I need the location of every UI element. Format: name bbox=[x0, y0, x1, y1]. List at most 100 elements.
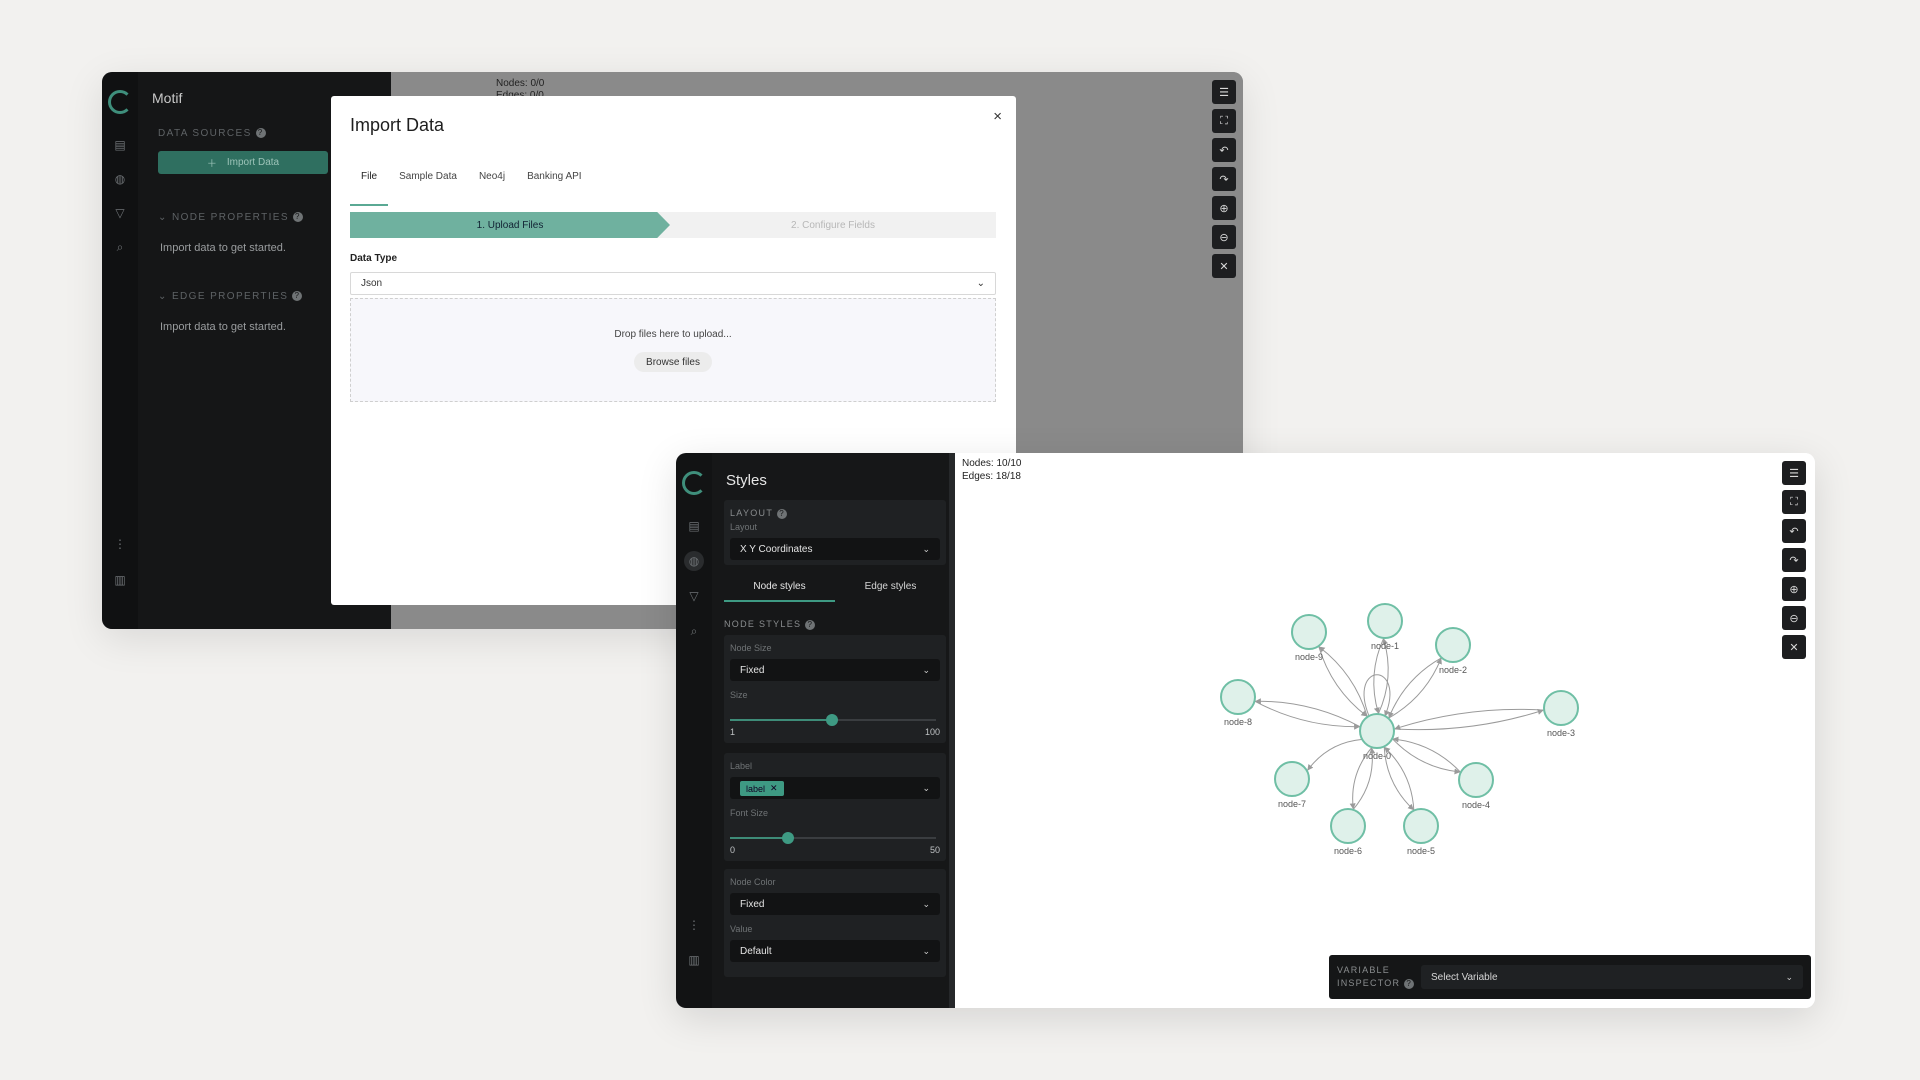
graph-canvas[interactable]: Nodes: 10/10 Edges: 18/18 node-0 node-1 no… bbox=[955, 453, 1815, 1008]
graph-edge[interactable] bbox=[1254, 700, 1361, 730]
graph-edge[interactable] bbox=[1391, 738, 1461, 775]
label-select[interactable]: ⌄ label ✕ bbox=[730, 777, 940, 799]
styles-window: ▤ ◍ ▽ ⌕ ⋮ ▥ Styles LAYOUT? Layout X Y Co… bbox=[676, 453, 1815, 1008]
node-label: node-3 bbox=[1547, 728, 1575, 738]
undo-icon[interactable]: ↶ bbox=[1782, 519, 1806, 543]
graph-edge[interactable] bbox=[1388, 657, 1442, 719]
slider-thumb[interactable] bbox=[781, 832, 794, 844]
node-label: node-4 bbox=[1462, 800, 1490, 810]
database-icon[interactable]: ▤ bbox=[110, 135, 130, 155]
node-label: node-0 bbox=[1363, 751, 1391, 761]
plus-icon: ＋ bbox=[206, 159, 217, 170]
zoom-out-icon[interactable]: ⊖ bbox=[1782, 606, 1806, 630]
graph-edge[interactable] bbox=[1393, 709, 1544, 731]
graph-node[interactable] bbox=[1291, 614, 1327, 650]
graph-node[interactable] bbox=[1359, 713, 1395, 749]
more-icon[interactable]: ⋮ bbox=[684, 915, 704, 935]
filter-icon[interactable]: ▽ bbox=[110, 203, 130, 223]
zoom-out-icon[interactable]: ⊖ bbox=[1212, 225, 1236, 249]
node-color-select[interactable]: Fixed ⌄ bbox=[730, 893, 940, 915]
variable-inspector-label: VARIABLE INSPECTOR? bbox=[1337, 964, 1415, 990]
chevron-down-icon: ⌄ bbox=[922, 664, 930, 675]
zoom-in-icon[interactable]: ⊕ bbox=[1782, 577, 1806, 601]
tab-sample-data[interactable]: Sample Data bbox=[388, 171, 468, 206]
layout-select[interactable]: X Y Coordinates ⌄ bbox=[730, 538, 940, 560]
tab-file[interactable]: File bbox=[350, 171, 389, 206]
graph-edge[interactable] bbox=[1254, 698, 1361, 728]
help-icon[interactable]: ? bbox=[1404, 978, 1415, 989]
graph-edge[interactable] bbox=[1392, 736, 1462, 773]
graph-edge[interactable] bbox=[1307, 738, 1363, 771]
size-slider[interactable] bbox=[730, 714, 936, 726]
edge-properties-header[interactable]: ⌄ EDGE PROPERTIES? bbox=[158, 291, 303, 302]
remove-chip-icon[interactable]: ✕ bbox=[770, 783, 778, 794]
variable-select[interactable]: Select Variable ⌄ bbox=[1421, 965, 1803, 989]
node-label: node-6 bbox=[1334, 846, 1362, 856]
palette-icon[interactable]: ◍ bbox=[110, 169, 130, 189]
tab-neo4j[interactable]: Neo4j bbox=[468, 171, 516, 206]
redo-icon[interactable]: ↷ bbox=[1782, 548, 1806, 572]
filter-icon[interactable]: ▽ bbox=[684, 586, 704, 606]
help-icon[interactable]: ? bbox=[292, 212, 303, 223]
node-properties-header[interactable]: ⌄ NODE PROPERTIES? bbox=[158, 212, 303, 223]
graph-edge[interactable] bbox=[1318, 645, 1368, 717]
graph-node[interactable] bbox=[1543, 690, 1579, 726]
clear-icon[interactable]: ✕ bbox=[1212, 254, 1236, 278]
palette-icon[interactable]: ◍ bbox=[684, 551, 704, 571]
clear-icon[interactable]: ✕ bbox=[1782, 635, 1806, 659]
graph-node[interactable] bbox=[1220, 679, 1256, 715]
graph-node[interactable] bbox=[1367, 603, 1403, 639]
step-configure-fields: 2. Configure Fields bbox=[791, 219, 875, 231]
node-size-select[interactable]: Fixed ⌄ bbox=[730, 659, 940, 681]
redo-icon[interactable]: ↷ bbox=[1212, 167, 1236, 191]
help-icon[interactable]: ? bbox=[805, 619, 816, 630]
browse-files-button[interactable]: Browse files bbox=[634, 352, 712, 372]
modal-title: Import Data bbox=[350, 115, 445, 135]
database-icon[interactable]: ▤ bbox=[684, 516, 704, 536]
stats-icon[interactable]: ▥ bbox=[684, 950, 704, 970]
chevron-down-icon: ⌄ bbox=[922, 945, 930, 956]
more-icon[interactable]: ⋮ bbox=[110, 534, 130, 554]
undo-icon[interactable]: ↶ bbox=[1212, 138, 1236, 162]
graph-node[interactable] bbox=[1458, 762, 1494, 798]
variable-inspector: VARIABLE INSPECTOR? Select Variable ⌄ bbox=[1329, 955, 1811, 999]
tab-banking-api[interactable]: Banking API bbox=[516, 171, 592, 206]
value-select[interactable]: Default ⌄ bbox=[730, 940, 940, 962]
close-icon[interactable]: × bbox=[993, 108, 1002, 125]
help-icon[interactable]: ? bbox=[292, 291, 303, 302]
search-icon[interactable]: ⌕ bbox=[110, 237, 130, 257]
graph-edge[interactable] bbox=[1394, 708, 1545, 730]
list-icon[interactable]: ☰ bbox=[1782, 461, 1806, 485]
graph-node[interactable] bbox=[1274, 761, 1310, 797]
edge-properties-empty-text: Import data to get started. bbox=[160, 321, 286, 333]
node-properties-empty-text: Import data to get started. bbox=[160, 242, 286, 254]
search-icon[interactable]: ⌕ bbox=[684, 621, 704, 641]
help-icon[interactable]: ? bbox=[255, 128, 266, 139]
slider-thumb[interactable] bbox=[825, 714, 838, 726]
stats-icon[interactable]: ▥ bbox=[110, 570, 130, 590]
label-panel: Label ⌄ label ✕ Font Size 0 50 bbox=[724, 753, 946, 861]
styles-sidebar: Styles LAYOUT? Layout X Y Coordinates ⌄ … bbox=[712, 453, 949, 1008]
tab-edge-styles[interactable]: Edge styles bbox=[835, 581, 946, 600]
zoom-in-icon[interactable]: ⊕ bbox=[1212, 196, 1236, 220]
data-type-value: Json bbox=[361, 278, 383, 289]
font-size-slider[interactable] bbox=[730, 832, 936, 844]
import-data-button[interactable]: ＋ Import Data bbox=[158, 151, 328, 174]
list-icon[interactable]: ☰ bbox=[1212, 80, 1236, 104]
chevron-down-icon: ⌄ bbox=[158, 291, 172, 302]
help-icon[interactable]: ? bbox=[777, 508, 788, 519]
fullscreen-icon[interactable]: ⛶ bbox=[1782, 490, 1806, 514]
graph-node[interactable] bbox=[1403, 808, 1439, 844]
fullscreen-icon[interactable]: ⛶ bbox=[1212, 109, 1236, 133]
variable-placeholder: Select Variable bbox=[1431, 971, 1498, 983]
file-dropzone[interactable]: Drop files here to upload... Browse file… bbox=[350, 298, 996, 402]
data-type-select[interactable]: Json ⌄ bbox=[350, 272, 996, 295]
data-sources-header: DATA SOURCES? bbox=[158, 128, 266, 139]
node-color-panel: Node Color Fixed ⌄ Value Default ⌄ bbox=[724, 869, 946, 977]
graph-node[interactable] bbox=[1330, 808, 1366, 844]
tab-node-styles[interactable]: Node styles bbox=[724, 581, 835, 602]
graph-edge[interactable] bbox=[1388, 657, 1442, 719]
graph-edge[interactable] bbox=[1318, 646, 1368, 718]
network-graph[interactable]: node-0 node-1 node-2 node-3 node-4 node-5 node… bbox=[955, 453, 1815, 1008]
graph-node[interactable] bbox=[1435, 627, 1471, 663]
